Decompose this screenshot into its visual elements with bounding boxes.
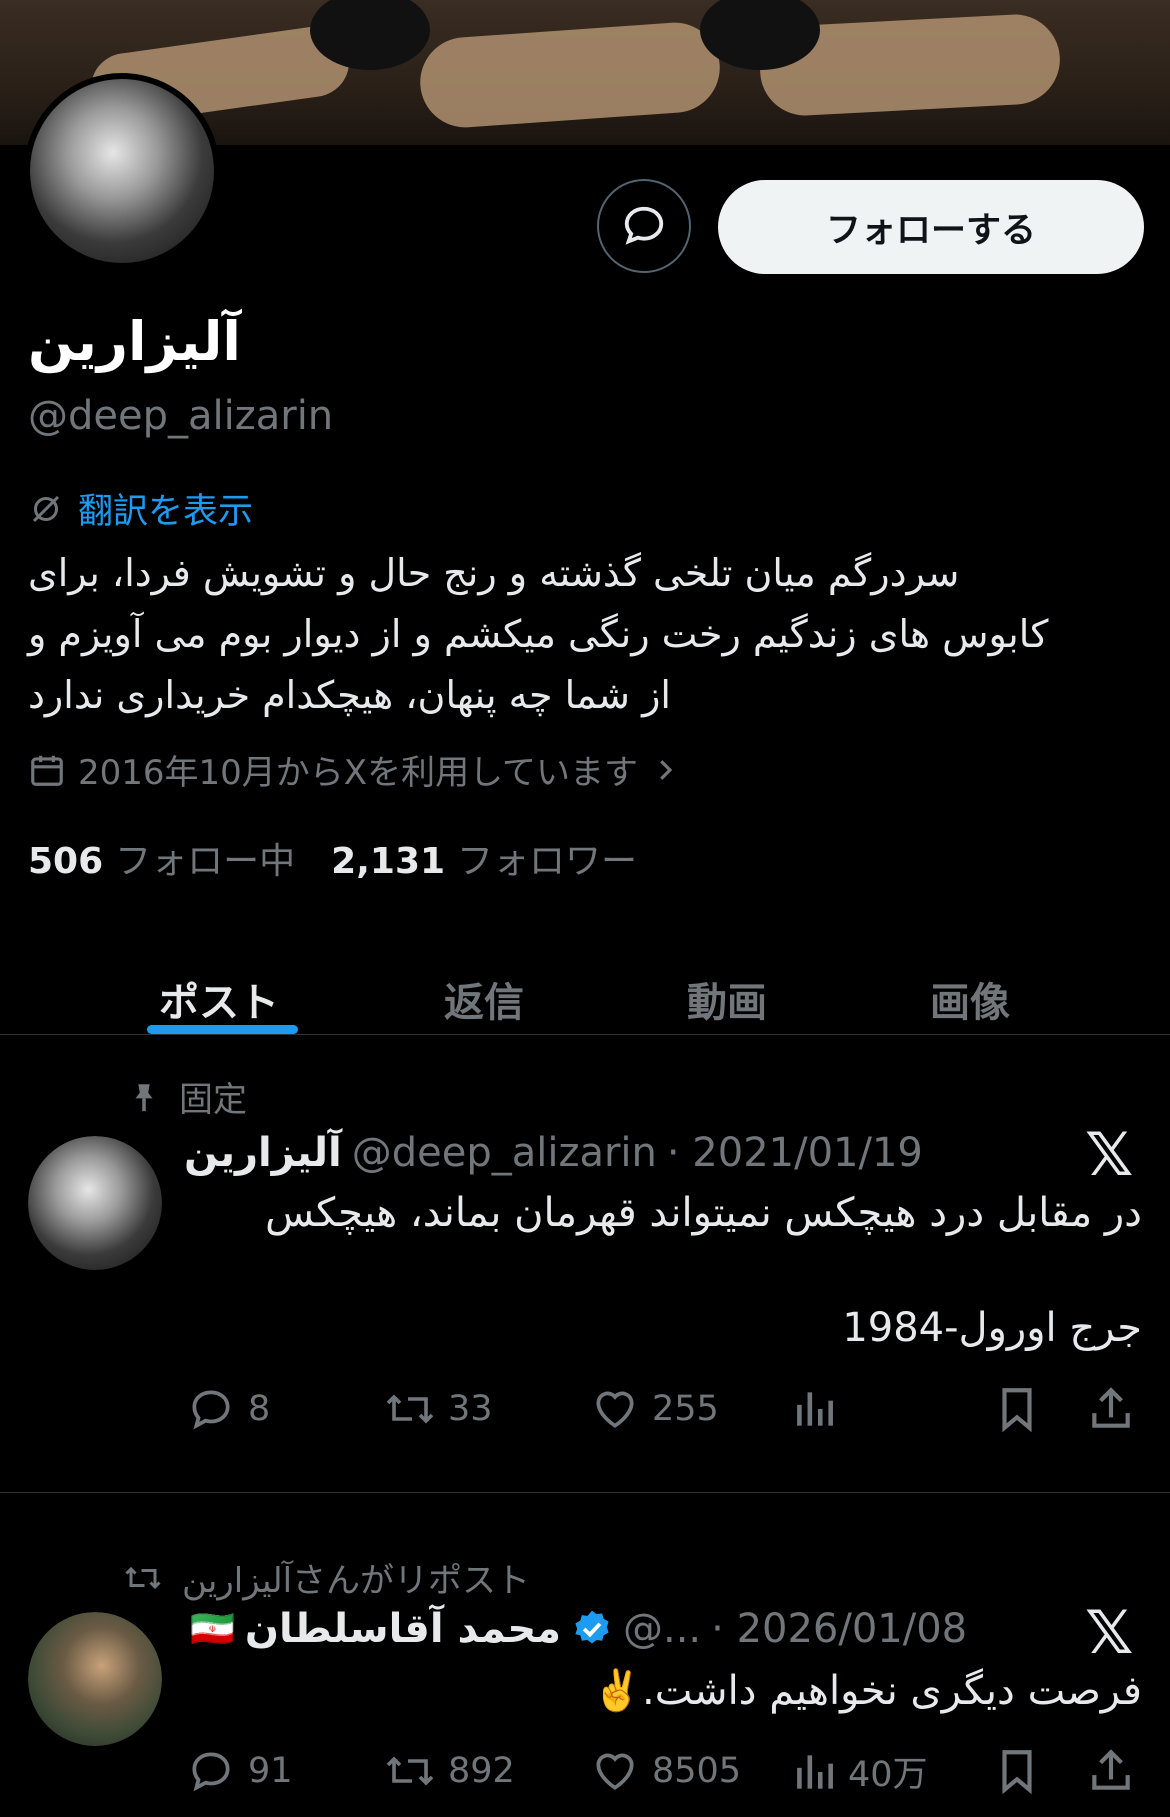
- chevron-right-icon: [660, 759, 673, 780]
- repost-context: آلیزارینさんがリポスト: [122, 1553, 530, 1602]
- bookmark-icon: [1002, 1750, 1032, 1795]
- views-button[interactable]: [792, 1384, 836, 1434]
- message-button[interactable]: [597, 179, 691, 273]
- reply-button[interactable]: 91: [186, 1746, 293, 1796]
- like-count: 255: [652, 1389, 719, 1429]
- repost-context-label: آلیزارینさんがリポスト: [182, 1561, 531, 1601]
- profile-handle: @deep_alizarin: [28, 393, 334, 439]
- bookmark-button[interactable]: [994, 1746, 1040, 1796]
- like-button[interactable]: 8505: [590, 1746, 741, 1796]
- post-author-name[interactable]: آلیزارین: [184, 1130, 342, 1176]
- post-divider: [0, 1492, 1170, 1493]
- view-count: 40万: [848, 1755, 928, 1795]
- post-date[interactable]: · 2021/01/19: [667, 1130, 923, 1176]
- x-logo-icon[interactable]: 𝕏: [1085, 1120, 1133, 1190]
- repost-count: 33: [448, 1389, 493, 1429]
- share-button[interactable]: [1088, 1746, 1134, 1796]
- tab-replies[interactable]: 返信: [444, 970, 524, 1028]
- follow-button[interactable]: フォローする: [718, 180, 1144, 274]
- profile-tabs: ポスト 返信 動画 画像: [0, 930, 1170, 1035]
- reply-count: 8: [248, 1389, 271, 1429]
- pinned-label: 固定: [179, 1080, 247, 1120]
- analytics-icon: [797, 1392, 833, 1426]
- translate-label: 翻訳を表示: [78, 492, 254, 532]
- like-count: 8505: [652, 1751, 742, 1791]
- tab-posts[interactable]: ポスト: [159, 970, 279, 1028]
- post-date[interactable]: · 2026/01/08: [711, 1606, 967, 1652]
- post-author-avatar[interactable]: [28, 1136, 162, 1270]
- bookmark-icon: [1002, 1388, 1032, 1433]
- heart-icon: [596, 1753, 634, 1790]
- share-icon: [1092, 1749, 1130, 1790]
- analytics-icon: [797, 1754, 833, 1789]
- following-label: フォロー中: [115, 841, 296, 882]
- follow-stats: 506 フォロー中 2,131 フォロワー: [28, 832, 637, 884]
- pin-icon: [135, 1083, 153, 1111]
- profile-bio: سردرگم میان تلخی گذشته و رنج حال و تشویش…: [28, 551, 1049, 717]
- following-link[interactable]: 506 フォロー中: [28, 832, 295, 884]
- followers-count: 2,131: [331, 841, 446, 882]
- pinned-indicator: 固定: [127, 1072, 247, 1121]
- tab-videos[interactable]: 動画: [687, 970, 767, 1028]
- heart-icon: [596, 1391, 634, 1428]
- verified-badge-icon: [575, 1610, 609, 1644]
- post-text: فرصت دیگری نخواهیم داشت.✌️: [592, 1668, 1142, 1714]
- translate-bio-link[interactable]: 翻訳を表示: [28, 483, 253, 534]
- profile-avatar[interactable]: [24, 73, 220, 269]
- post-author-handle[interactable]: @deep_alizarin: [352, 1130, 657, 1176]
- bookmark-button[interactable]: [994, 1384, 1040, 1434]
- repost-icon: [125, 1566, 161, 1589]
- active-tab-indicator: [147, 1025, 298, 1034]
- post-header: 🇮🇷 محمد آقاسلطان @... · 2026/01/08: [190, 1606, 967, 1652]
- message-bubble-icon: [624, 206, 664, 245]
- share-icon: [1092, 1387, 1130, 1428]
- post-text: در مقابل درد هیچکس نمیتواند قهرمان بماند…: [265, 1190, 1142, 1236]
- joined-date[interactable]: 2016年10月からXを利用しています: [28, 745, 680, 794]
- followers-label: フォロワー: [457, 841, 638, 882]
- share-button[interactable]: [1088, 1384, 1134, 1434]
- joined-label: 2016年10月からXを利用しています: [78, 753, 639, 793]
- reply-count: 91: [248, 1751, 293, 1791]
- tab-images[interactable]: 画像: [930, 970, 1010, 1028]
- followers-link[interactable]: 2,131 フォロワー: [331, 832, 637, 884]
- repost-icon: [386, 1756, 434, 1786]
- reply-icon: [192, 1752, 230, 1792]
- x-logo-icon[interactable]: 𝕏: [1085, 1598, 1133, 1668]
- profile-name: آلیزارین: [28, 310, 241, 373]
- post-author-handle[interactable]: @...: [623, 1606, 701, 1652]
- repost-count: 892: [448, 1751, 515, 1791]
- post-author-avatar[interactable]: [28, 1612, 162, 1746]
- calendar-icon: [31, 755, 63, 786]
- like-button[interactable]: 255: [590, 1384, 719, 1434]
- post-text-line2: جرج اورول-1984: [842, 1305, 1142, 1351]
- following-count: 506: [28, 841, 104, 882]
- repost-button[interactable]: 33: [384, 1384, 493, 1434]
- reply-icon: [192, 1390, 230, 1430]
- post-author-name[interactable]: محمد آقاسلطان: [245, 1606, 561, 1652]
- repost-button[interactable]: 892: [384, 1746, 515, 1796]
- reply-button[interactable]: 8: [186, 1384, 270, 1434]
- views-button[interactable]: 40万: [792, 1746, 928, 1797]
- post-header: آلیزارین @deep_alizarin · 2021/01/19: [184, 1130, 923, 1176]
- repost-icon: [386, 1394, 434, 1424]
- country-flag: 🇮🇷: [190, 1609, 235, 1650]
- translate-icon: [32, 495, 60, 522]
